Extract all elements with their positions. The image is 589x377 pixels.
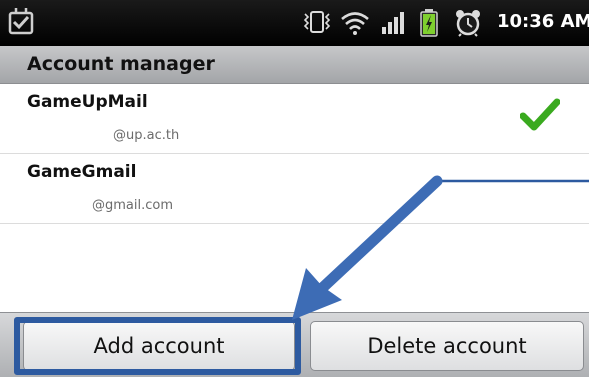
account-email: @gmail.com [92,198,174,213]
battery-charging-icon [420,9,438,37]
notification-check-icon [8,8,34,35]
account-email: @up.ac.th [113,128,180,143]
account-name: GameGmail [27,162,137,182]
status-clock: 10:36 AM [497,11,589,32]
wifi-icon [341,12,369,35]
status-bar: 10:36 AM [0,0,589,46]
account-item[interactable]: GameUpMail @up.ac.th [0,84,589,154]
account-list: GameUpMail @up.ac.th GameGmail @gmail.co… [0,84,589,224]
delete-account-button[interactable]: Delete account [310,321,584,371]
account-name: GameUpMail [27,92,148,112]
add-account-button[interactable]: Add account [23,321,295,371]
page-title: Account manager [27,53,215,75]
signal-icon [382,12,404,34]
title-bar: Account manager [0,46,589,84]
checkmark-icon [520,98,560,131]
account-item[interactable]: GameGmail @gmail.com [0,154,589,224]
vibrate-icon [303,11,331,33]
action-bar: Add account Delete account [0,312,589,377]
alarm-icon [456,10,480,37]
